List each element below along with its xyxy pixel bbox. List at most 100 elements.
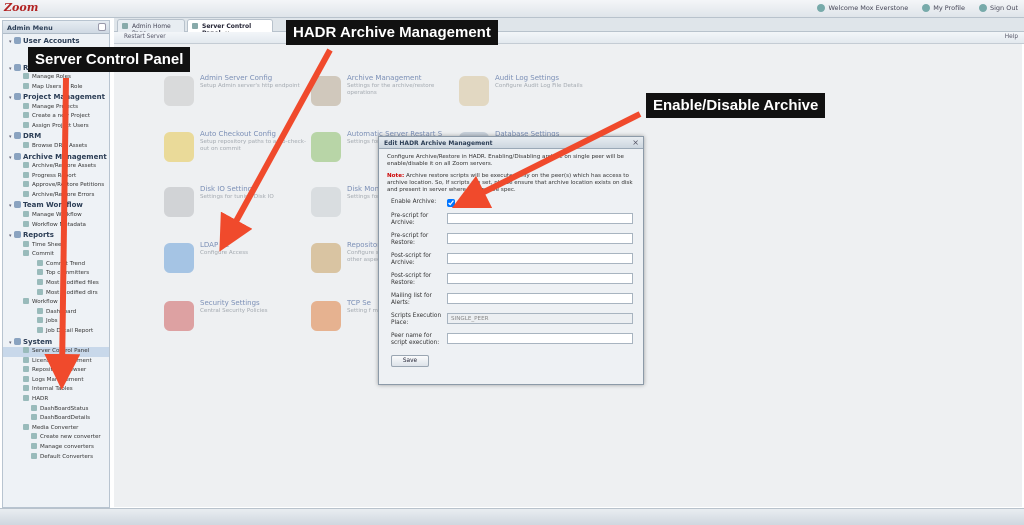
- sidebar-item-commit-trend[interactable]: Commit Trend: [3, 259, 109, 270]
- sidebar-item-create-new-converter[interactable]: Create new converter: [3, 433, 109, 443]
- setting-disk-io-settings[interactable]: Disk IO Settings Settings for tuning Disk…: [164, 185, 309, 225]
- item-icon: [31, 443, 37, 449]
- sidebar-item-time-sheet[interactable]: Time Sheet: [3, 240, 109, 251]
- setting-archive-management[interactable]: Archive Management Settings for the archi…: [311, 74, 456, 114]
- item-icon: [23, 82, 29, 89]
- setting-security-settings[interactable]: Security Settings Central Security Polici…: [164, 299, 309, 339]
- item-icon: [31, 452, 37, 459]
- form-row: Mailing list for Alerts:: [387, 293, 635, 313]
- sidebar-item-assign-project-users[interactable]: Assign Project Users: [3, 121, 109, 132]
- section-icon: [14, 337, 21, 345]
- setting-ldap-se[interactable]: LDAP Se Configure Access: [164, 241, 309, 281]
- sidebar-item-default-converters[interactable]: Default Converters: [3, 452, 109, 463]
- item-icon: [31, 433, 37, 440]
- sidebar-section-project-management[interactable]: ▾ Project Management: [3, 92, 109, 103]
- item-icon: [37, 279, 43, 285]
- sidebar-item-commit[interactable]: Commit: [3, 250, 109, 260]
- sidebar-item-repository-browser[interactable]: Repository Browser: [3, 366, 109, 376]
- callout-hadr-archive-management: HADR Archive Management: [286, 20, 498, 45]
- item-icon: [23, 375, 29, 382]
- sidebar-item-manage-roles[interactable]: Manage Roles: [3, 73, 109, 83]
- sidebar-section-user-accounts[interactable]: ▾ User Accounts: [3, 36, 109, 47]
- welcome-user: Welcome Mox Everstone: [817, 4, 908, 12]
- sidebar-item-workflow[interactable]: Workflow: [3, 298, 109, 308]
- sidebar-item-license-management[interactable]: License Management: [3, 356, 109, 367]
- peer-name-for-script-execution-field[interactable]: [447, 333, 633, 344]
- field-label: Post-script for Archive:: [391, 253, 432, 266]
- sidebar-item-approve-restore-petitions[interactable]: Approve/Restore Petitions: [3, 181, 109, 191]
- restart-server-button[interactable]: Restart Server: [124, 34, 166, 40]
- setting-description: Setup repository paths to auto-check-out…: [200, 139, 307, 152]
- post-script-for-restore-field[interactable]: [447, 273, 633, 284]
- enable-archive-checkbox[interactable]: [447, 199, 455, 207]
- sidebar-item-archive-restore-assets[interactable]: Archive/Restore Assets: [3, 162, 109, 172]
- close-icon[interactable]: ×: [632, 138, 639, 147]
- sidebar-item-most-modified-files[interactable]: Most modified files: [3, 279, 109, 289]
- form-row: Enable Archive:: [387, 199, 635, 213]
- sidebar-item-job-detail-report[interactable]: Job Detail Report: [3, 326, 109, 337]
- help-button[interactable]: Help: [1005, 34, 1018, 40]
- item-icon: [23, 181, 29, 188]
- setting-audit-log-settings[interactable]: Audit Log Settings Configure Audit Log Fi…: [459, 74, 604, 114]
- sidebar-section-reports[interactable]: ▾ Reports: [3, 230, 109, 241]
- item-icon: [31, 414, 37, 421]
- mailing-list-for-alerts-field[interactable]: [447, 293, 633, 304]
- sidebar-item-archive-restore-errors[interactable]: Archive/Restore Errors: [3, 190, 109, 201]
- sidebar-item-manage-workflow[interactable]: Manage Workflow: [3, 210, 109, 221]
- admin-menu-tree: ▾User Accounts▾Role ManagementManage Rol…: [3, 34, 109, 464]
- form-row: Post-script for Restore:: [387, 273, 635, 293]
- dialog-form: Enable Archive: Pre-script for Archive: Pr…: [387, 199, 635, 353]
- sidebar-item-manage-converters[interactable]: Manage converters: [3, 443, 109, 453]
- sidebar-item-media-converter[interactable]: Media Converter: [3, 423, 109, 434]
- setting-title: Security Settings: [200, 299, 260, 307]
- setting-icon: [311, 243, 341, 273]
- sidebar-section-archive-management[interactable]: ▾ Archive Management: [3, 152, 109, 163]
- sidebar-item-browse-drm-assets[interactable]: Browse DRM Assets: [3, 141, 109, 152]
- sidebar-item-dashboarddetails[interactable]: DashBoardDetails: [3, 414, 109, 424]
- setting-icon: [311, 301, 341, 331]
- sign-out-link[interactable]: Sign Out: [978, 4, 1018, 12]
- post-script-for-archive-field[interactable]: [447, 253, 633, 264]
- sidebar-item-workflow-metadata[interactable]: Workflow Metadata: [3, 220, 109, 231]
- pre-script-for-restore-field[interactable]: [447, 233, 633, 244]
- tab-admin-home[interactable]: Admin Home Page: [117, 19, 185, 37]
- sidebar-item-most-modified-dirs[interactable]: Most modified dirs: [3, 288, 109, 299]
- sidebar-section-drm[interactable]: ▾ DRM: [3, 131, 109, 142]
- scripts-execution-place-field[interactable]: [447, 313, 633, 324]
- sidebar-item-jobs[interactable]: Jobs: [3, 317, 109, 327]
- sidebar-item-logs-management[interactable]: Logs Management: [3, 375, 109, 386]
- tab-server-control-panel[interactable]: Server Control Panel×: [187, 19, 273, 37]
- item-icon: [23, 366, 29, 373]
- edit-hadr-archive-dialog: Edit HADR Archive Management × Configure…: [378, 136, 644, 385]
- sidebar-item-dashboardstatus[interactable]: DashBoardStatus: [3, 404, 109, 415]
- zoom-logo: Zoom: [4, 1, 39, 14]
- setting-admin-server-config[interactable]: Admin Server Config Setup Admin server's …: [164, 74, 309, 114]
- save-button[interactable]: Save: [391, 355, 429, 367]
- setting-auto-checkout-config[interactable]: Auto Checkout Config Setup repository pat…: [164, 130, 309, 170]
- section-icon: [14, 93, 21, 101]
- setting-icon: [164, 187, 194, 217]
- sidebar-item-manage-projects[interactable]: Manage Projects: [3, 102, 109, 113]
- item-icon: [37, 259, 43, 266]
- sidebar-item-progress-report[interactable]: Progress Report: [3, 171, 109, 182]
- admin-menu-header: Admin Menu: [3, 21, 109, 34]
- item-icon: [23, 112, 29, 119]
- sidebar-item-internal-tables[interactable]: Internal Tables: [3, 385, 109, 395]
- sidebar-item-hadr[interactable]: HADR: [3, 395, 109, 405]
- field-label: Post-script for Restore:: [391, 273, 432, 286]
- pre-script-for-archive-field[interactable]: [447, 213, 633, 224]
- item-icon: [37, 307, 43, 314]
- sidebar-item-map-users-to-role[interactable]: Map Users to Role: [3, 82, 109, 93]
- sidebar-item-top-committers[interactable]: Top committers: [3, 269, 109, 279]
- setting-description: Configure Access: [200, 250, 249, 256]
- sidebar-item-dashboard[interactable]: Dashboard: [3, 307, 109, 318]
- my-profile-link[interactable]: My Profile: [922, 4, 965, 12]
- sidebar-item-create-a-new-project[interactable]: Create a new Project: [3, 112, 109, 122]
- field-label: Mailing list for Alerts:: [391, 293, 432, 306]
- setting-title: Archive Management: [347, 74, 422, 82]
- form-row: Pre-script for Restore:: [387, 233, 635, 253]
- sidebar-item-server-control-panel[interactable]: Server Control Panel: [3, 347, 109, 357]
- sidebar-section-team-workflow[interactable]: ▾ Team Workflow: [3, 200, 109, 211]
- collapse-icon[interactable]: [98, 23, 106, 31]
- sidebar-section-system[interactable]: ▾ System: [3, 337, 109, 348]
